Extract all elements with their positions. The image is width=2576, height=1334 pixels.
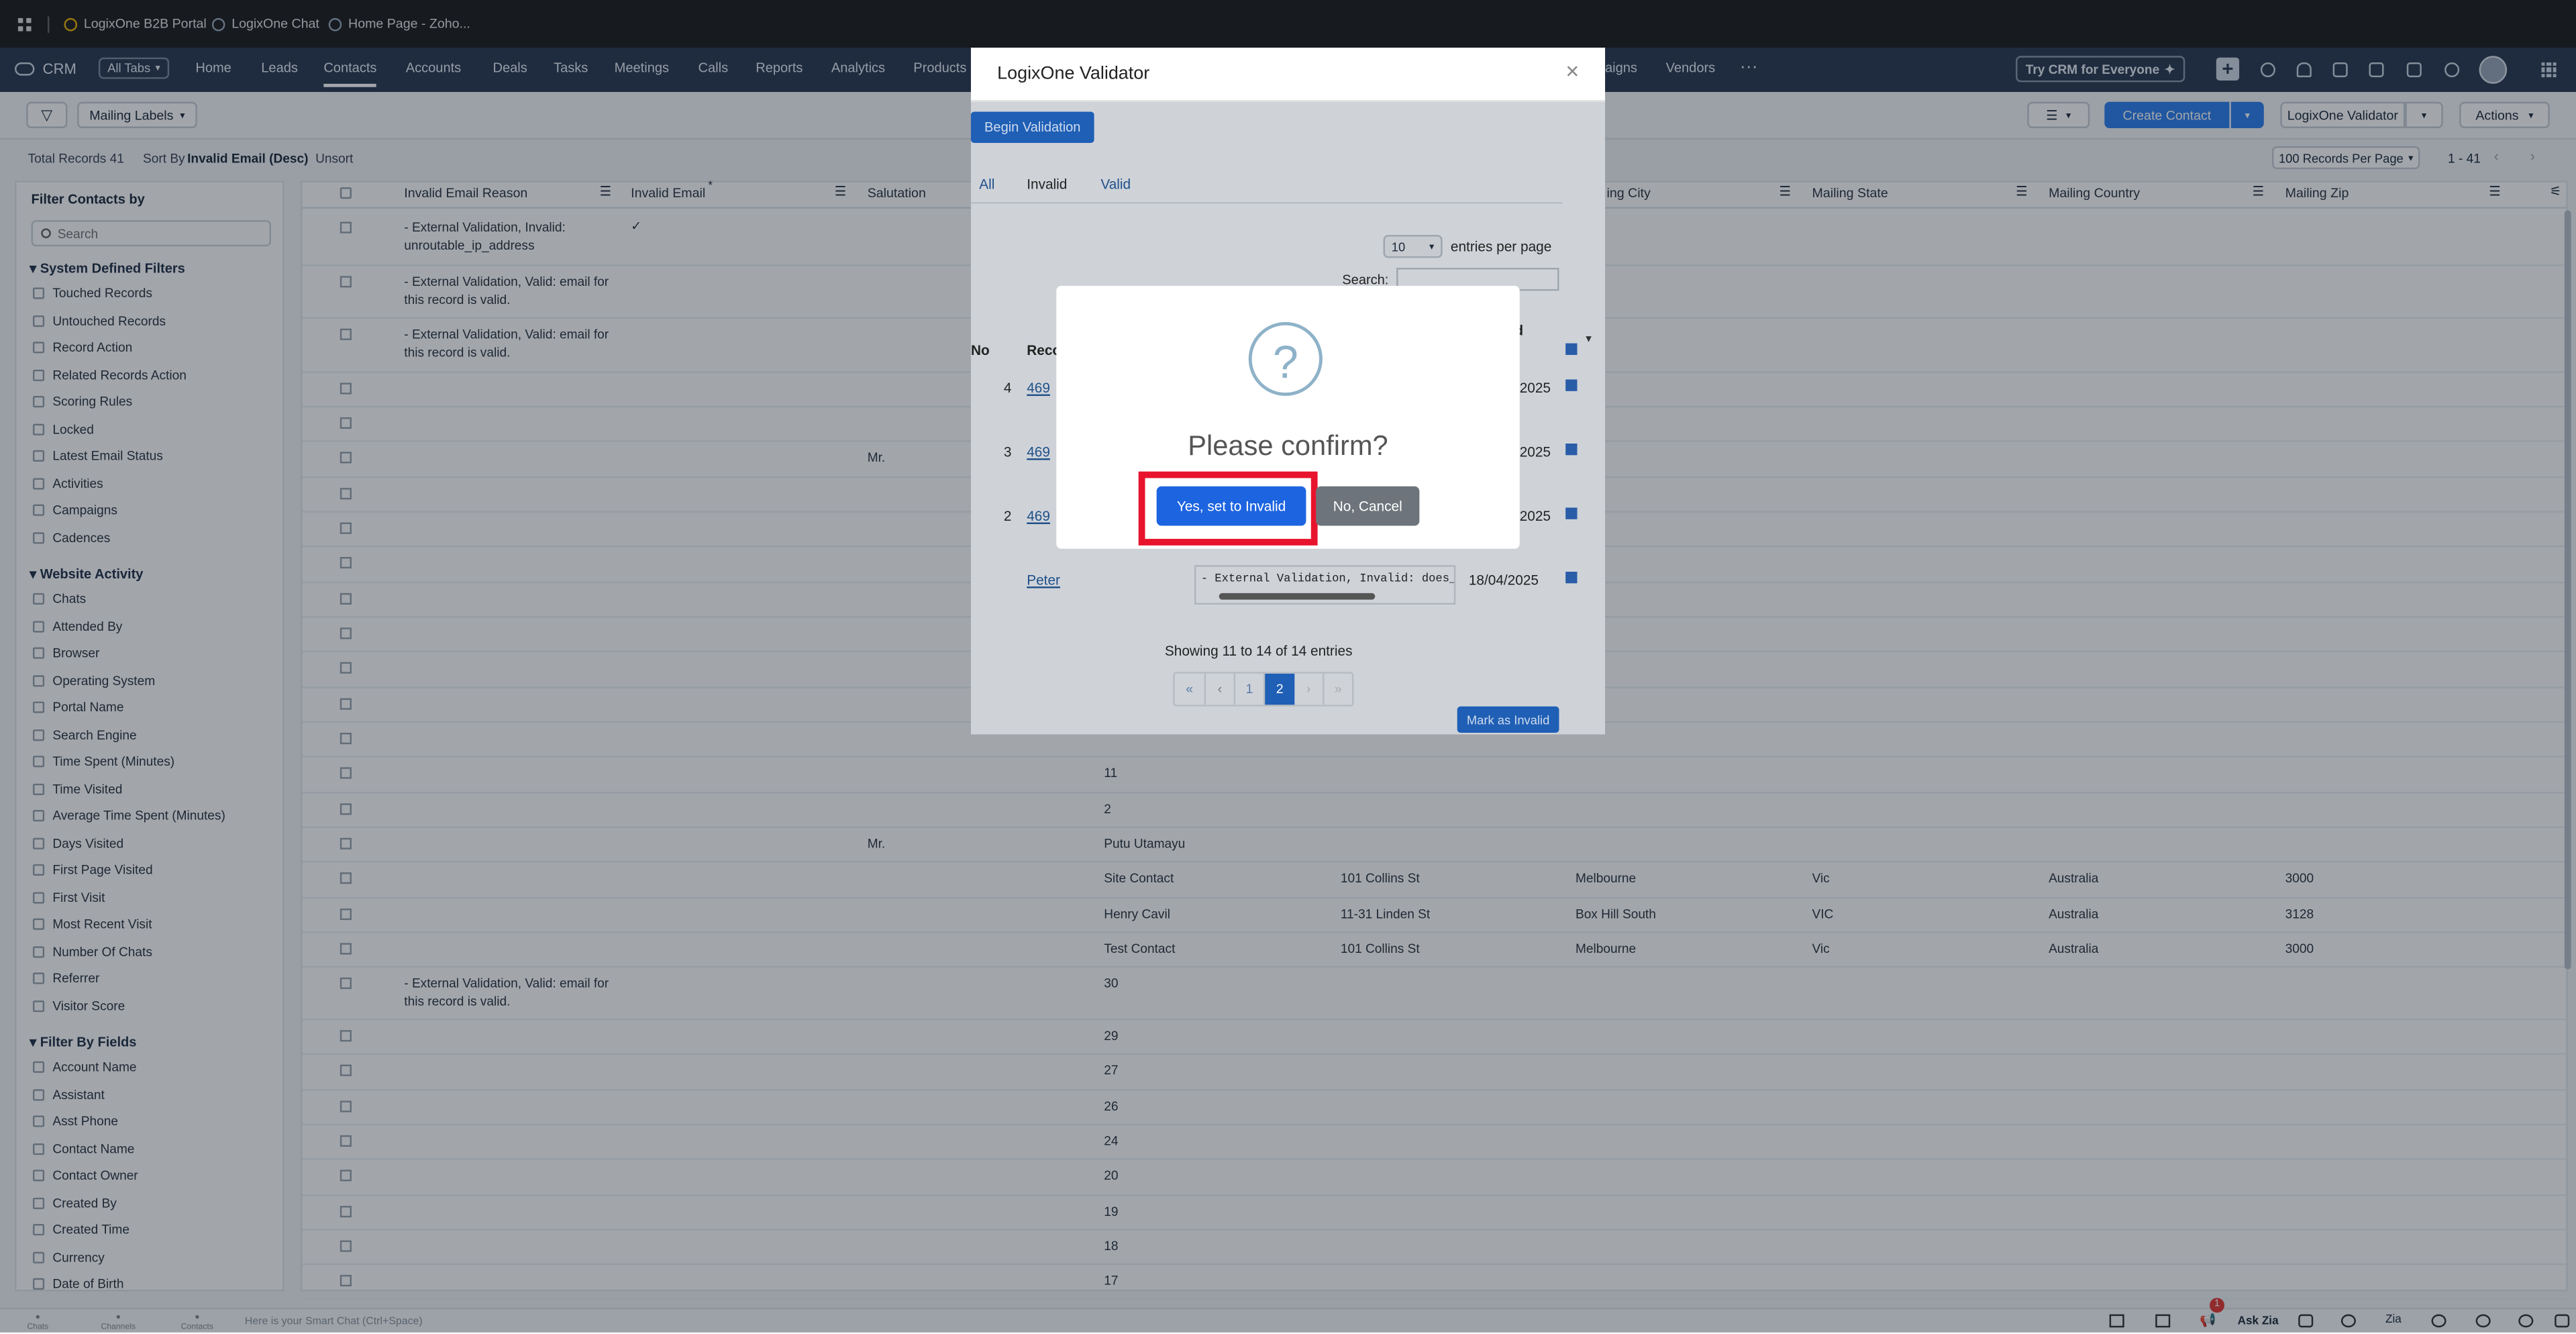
entries-per-page-label: entries per page [1450,238,1552,255]
page-2-button[interactable]: 2 [1265,673,1295,705]
prev-page-button[interactable]: ‹ [1206,673,1236,705]
validator-dialog-title: LogixOne Validator [997,64,1150,84]
date-cell: 2025 [1519,379,1551,397]
confirm-cancel-button[interactable]: No, Cancel [1316,486,1420,526]
showing-entries: Showing 11 to 14 of 14 entries [1164,642,1353,659]
entries-value: 10 [1391,239,1406,254]
tab-valid[interactable]: Valid [1100,176,1131,192]
date-cell: 18/04/2025 [1468,572,1539,588]
confirm-title: Please confirm? [1188,430,1388,462]
reason-scrollbar[interactable] [1219,593,1376,600]
sort-arrow-icon[interactable]: ▼ [1584,335,1594,345]
confirm-yes-button[interactable]: Yes, set to Invalid [1156,486,1306,526]
tab-all[interactable]: All [979,176,994,192]
reason-cell: - External Validation, Invalid: does_ [1194,565,1456,605]
row-number-cell: 2 [1003,507,1012,525]
record-link[interactable]: 469 [1027,380,1050,396]
select-all-checkbox[interactable] [1565,343,1578,355]
date-cell: 2025 [1519,507,1551,525]
record-link[interactable]: 469 [1027,444,1050,460]
row-checkbox[interactable] [1565,444,1578,456]
row-number-cell: 4 [1003,379,1012,397]
next-page-button[interactable]: › [1294,673,1325,705]
record-link[interactable]: 469 [1027,508,1050,524]
row-checkbox[interactable] [1565,507,1578,519]
row-checkbox[interactable] [1565,379,1578,391]
first-page-button[interactable]: « [1175,673,1206,705]
reason-text: - External Validation, Invalid: does_ [1200,573,1456,587]
record-link[interactable]: Peter [1027,572,1060,588]
close-icon[interactable]: × [1565,58,1579,84]
last-page-button[interactable]: » [1324,674,1352,705]
validator-dialog-header: LogixOne Validator × [970,48,1606,102]
col-header-no: No [970,342,990,358]
date-cell: 2025 [1519,444,1551,460]
tab-invalid[interactable]: Invalid [1027,176,1067,192]
page-1-button[interactable]: 1 [1235,673,1266,705]
begin-validation-button[interactable]: Begin Validation [970,111,1094,144]
chevron-down-icon: ▾ [1429,242,1435,252]
entries-per-page-select[interactable]: 10 ▾ [1383,235,1443,258]
row-number-cell: 3 [1003,444,1012,460]
question-icon: ? [1248,321,1323,397]
pagination: « ‹ 1 2 › » [1173,672,1354,707]
confirm-dialog: ? Please confirm? Yes, set to Invalid No… [1056,286,1520,549]
mark-as-invalid-button[interactable]: Mark as Invalid [1457,706,1559,733]
row-checkbox[interactable] [1565,572,1578,584]
